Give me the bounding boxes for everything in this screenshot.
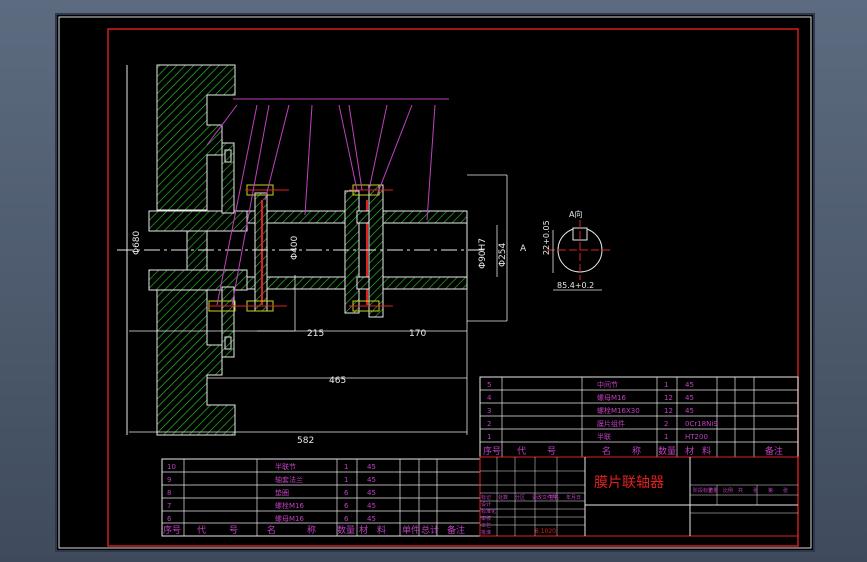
table-header-cell: 序号 bbox=[163, 524, 181, 536]
table-cell-no: 2 bbox=[487, 420, 491, 428]
title-block-label: 处数 bbox=[498, 494, 508, 501]
table-cell-name: 螺栓M16 bbox=[275, 501, 304, 510]
table-cell-material: HT200 bbox=[685, 433, 708, 441]
table-cell-material: 0Cr18Ni9 bbox=[685, 420, 718, 428]
table-header-cell: 号 bbox=[229, 525, 238, 536]
title-block-label: 审核 bbox=[481, 515, 491, 522]
lower-parts-table: 10 半联节 1 45 9 轴套法兰 1 45 8 垫圈 6 45 7 螺栓M16 6 45 6 螺母M16 6 45… bbox=[161, 458, 481, 537]
title-block-label: 分区 bbox=[515, 494, 525, 501]
table-cell-name: 中间节 bbox=[597, 380, 618, 389]
dim-d-bore-left: Φ400 bbox=[290, 235, 300, 260]
a-section-view: A向 22+0.05 85.4+0.2 bbox=[542, 209, 613, 291]
table-header-cell: 材 bbox=[685, 445, 694, 457]
title-block: 膜片联轴器 标记 处数 分区 更改文件号签名 年月日设计标准化审核工艺批准 阶段标记重量… bbox=[479, 456, 799, 537]
table-header-cell: 名 bbox=[602, 445, 611, 457]
table-header-cell: 备注 bbox=[447, 524, 465, 536]
table-cell-material: 45 bbox=[685, 407, 694, 415]
table-cell-no: 9 bbox=[167, 476, 171, 484]
title-block-label: 工艺 bbox=[481, 523, 491, 529]
table-cell-material: 45 bbox=[685, 394, 694, 402]
title-block-label: 设计 bbox=[481, 501, 491, 508]
table-header-cell: 代 bbox=[197, 525, 206, 536]
table-cell-no: 6 bbox=[167, 515, 172, 523]
table-cell-name: 垫圈 bbox=[275, 488, 289, 497]
table-cell-qty: 1 bbox=[664, 381, 668, 389]
dim-d-bore-right-1: Φ90H7 bbox=[478, 238, 488, 269]
dim-len-582: 582 bbox=[297, 436, 314, 446]
table-header-cell: 数量 bbox=[337, 524, 355, 536]
dim-d-outer: Φ680 bbox=[132, 230, 142, 255]
table-cell-material: 45 bbox=[367, 489, 376, 497]
spacer-section bbox=[246, 190, 368, 314]
title-block-label: 标记 bbox=[481, 494, 491, 501]
table-cell-qty: 12 bbox=[664, 394, 673, 402]
table-cell-material: 45 bbox=[367, 476, 376, 484]
table-cell-material: 45 bbox=[367, 463, 376, 471]
arrow-label-a: A bbox=[520, 244, 527, 254]
table-header-cell: 料 bbox=[702, 445, 711, 457]
keyway-depth: 85.4+0.2 bbox=[557, 281, 594, 290]
table-header-cell: 名 bbox=[267, 524, 276, 536]
title-block-label: 张 bbox=[753, 487, 758, 494]
title-block-label: 比例 bbox=[723, 487, 733, 494]
table-cell-qty: 1 bbox=[344, 476, 348, 484]
table-cell-no: 7 bbox=[167, 502, 171, 510]
table-header-cell: 备注 bbox=[765, 445, 783, 457]
title-block-label: 批准 bbox=[481, 529, 491, 536]
table-cell-name: 螺母M16 bbox=[275, 514, 304, 523]
table-cell-no: 8 bbox=[167, 489, 171, 497]
upper-parts-table: 5 中间节 1 45 4 螺母M16 12 45 3 螺栓M16X30 12 45 2 膜片组件 2 0Cr1… bbox=[479, 376, 799, 458]
table-cell-name: 螺栓M16X30 bbox=[597, 406, 640, 415]
table-cell-qty: 6 bbox=[344, 515, 349, 523]
title-block-label: 共 bbox=[738, 487, 743, 494]
drawing-number: 6.1020 bbox=[535, 528, 556, 535]
table-cell-name: 半联节 bbox=[275, 462, 296, 471]
table-cell-qty: 12 bbox=[664, 407, 673, 415]
table-cell-qty: 1 bbox=[664, 433, 668, 441]
title-block-label: 重量 bbox=[708, 487, 718, 494]
coupling-drawing: 1 Φ680 Φ400 Φ90H7 Φ254 215 170 465 582 A… bbox=[58, 16, 812, 549]
right-hub-section bbox=[356, 184, 468, 318]
bolts bbox=[207, 184, 393, 312]
table-header-cell: 材 bbox=[359, 524, 368, 536]
title-block-label: 签名 bbox=[549, 494, 559, 501]
table-cell-qty: 6 bbox=[344, 489, 349, 497]
table-cell-qty: 1 bbox=[344, 463, 348, 471]
table-cell-name: 轴套法兰 bbox=[275, 475, 303, 484]
table-header-cell: 总计 bbox=[421, 524, 439, 536]
table-header-cell: 单件 bbox=[402, 524, 420, 536]
table-header-cell: 代 bbox=[517, 446, 526, 457]
table-cell-name: 膜片组件 bbox=[597, 419, 625, 428]
title-block-label: 年月日 bbox=[566, 494, 581, 501]
table-cell-material: 45 bbox=[367, 515, 376, 523]
section-label: A向 bbox=[569, 209, 582, 219]
table-header-cell: 数量 bbox=[658, 445, 676, 457]
dim-len-170: 170 bbox=[409, 329, 426, 339]
keyway-width: 22+0.05 bbox=[542, 220, 551, 255]
title-block-label: 标准化 bbox=[481, 508, 496, 515]
table-cell-no: 4 bbox=[487, 394, 492, 402]
dim-len-215: 215 bbox=[307, 329, 324, 339]
table-cell-name: 螺母M16 bbox=[597, 393, 626, 402]
dim-len-465: 465 bbox=[329, 376, 346, 386]
table-cell-no: 3 bbox=[487, 407, 491, 415]
table-cell-material: 45 bbox=[685, 381, 694, 389]
title-block-label: 张 bbox=[783, 487, 788, 494]
table-cell-qty: 2 bbox=[664, 420, 668, 428]
table-cell-qty: 6 bbox=[344, 502, 349, 510]
drawing-title: 膜片联轴器 bbox=[594, 475, 664, 491]
table-header-cell: 称 bbox=[307, 524, 316, 536]
table-cell-no: 10 bbox=[167, 463, 176, 471]
table-header-cell: 料 bbox=[377, 524, 386, 536]
table-cell-material: 45 bbox=[367, 502, 376, 510]
table-header-cell: 号 bbox=[547, 446, 556, 457]
table-cell-no: 1 bbox=[487, 433, 491, 441]
table-header-cell: 称 bbox=[632, 445, 641, 457]
table-header-cell: 序号 bbox=[483, 445, 501, 457]
dim-d-bore-right-2: Φ254 bbox=[498, 242, 508, 267]
title-block-label: 第 bbox=[768, 487, 773, 494]
cad-viewport[interactable]: 1 Φ680 Φ400 Φ90H7 Φ254 215 170 465 582 A… bbox=[55, 13, 815, 552]
table-cell-name: 半联 bbox=[597, 432, 611, 441]
table-cell-no: 5 bbox=[487, 381, 491, 389]
